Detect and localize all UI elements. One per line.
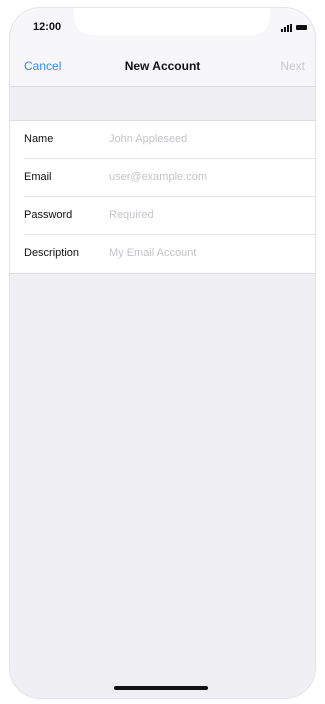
password-field[interactable]	[109, 203, 305, 227]
device-notch	[74, 8, 270, 35]
form-row-email[interactable]: Email	[10, 159, 315, 197]
cancel-button[interactable]: Cancel	[24, 59, 61, 73]
home-indicator[interactable]	[114, 686, 208, 690]
description-field[interactable]	[109, 241, 305, 265]
email-label: Email	[24, 171, 52, 183]
form-row-password[interactable]: Password	[10, 197, 315, 235]
cellular-signal-icon	[281, 24, 293, 32]
battery-icon	[296, 25, 307, 30]
name-field[interactable]	[109, 127, 305, 151]
email-field[interactable]	[109, 165, 305, 189]
name-label: Name	[24, 133, 54, 145]
status-time: 12:00	[33, 21, 62, 33]
account-form: Name Email Password Description	[10, 120, 315, 274]
navigation-bar: New Account Cancel Next	[10, 48, 315, 87]
description-label: Description	[24, 247, 80, 259]
form-row-name[interactable]: Name	[10, 121, 315, 159]
password-label: Password	[24, 209, 73, 221]
form-row-description[interactable]: Description	[10, 235, 315, 273]
next-button[interactable]: Next	[280, 59, 305, 73]
status-bar: 12:00	[10, 8, 315, 48]
device-screen: 12:00 New Account Cancel Next Name Email…	[10, 8, 315, 698]
